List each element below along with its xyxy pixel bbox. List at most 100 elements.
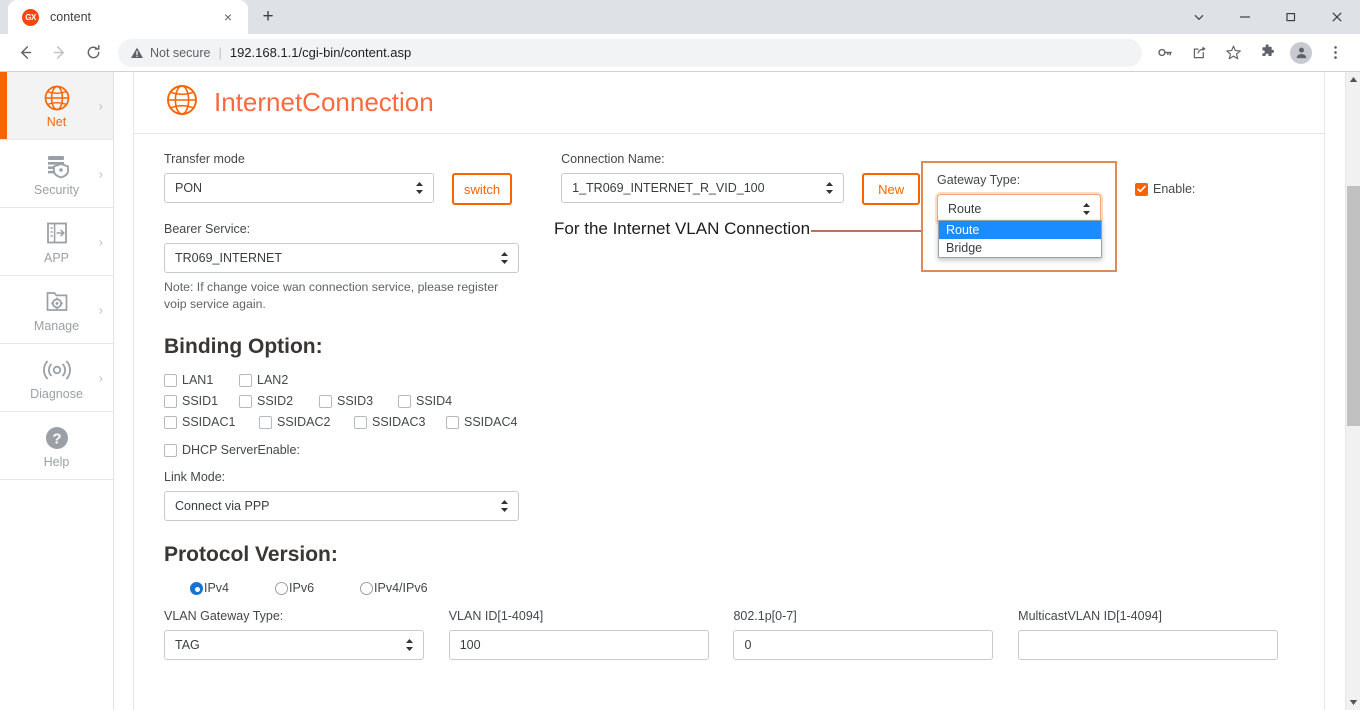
key-icon[interactable] xyxy=(1151,39,1179,67)
checkbox-box[interactable] xyxy=(354,416,367,429)
address-bar[interactable]: Not secure | 192.168.1.1/cgi-bin/content… xyxy=(118,39,1142,67)
signal-waves-icon xyxy=(40,355,74,385)
vlan-id-input[interactable]: 100 xyxy=(449,630,709,660)
page-scrollbar[interactable] xyxy=(1345,72,1360,710)
multicast-vlan-id-input[interactable] xyxy=(1018,630,1278,660)
radio-ipv4-ipv6[interactable]: IPv4/IPv6 xyxy=(360,581,428,595)
back-icon[interactable] xyxy=(10,38,40,68)
checkbox-box[interactable] xyxy=(239,395,252,408)
scrollbar-thumb[interactable] xyxy=(1347,186,1360,426)
checkbox-label: SSIDAC4 xyxy=(464,415,518,429)
browser-window: GX content × + xyxy=(0,0,1360,710)
enable-checkbox[interactable] xyxy=(1135,183,1148,196)
page-viewport: Net › Security › APP › xyxy=(0,72,1360,710)
vlan-id-label: VLAN ID[1-4094] xyxy=(449,609,734,623)
content-card: InternetConnection Transfer mode PON xyxy=(133,72,1325,710)
checkbox-box[interactable] xyxy=(164,416,177,429)
forward-icon[interactable] xyxy=(44,38,74,68)
dot1p-input[interactable]: 0 xyxy=(733,630,993,660)
browser-tab[interactable]: GX content × xyxy=(8,0,248,34)
bearer-service-note: Note: If change voice wan connection ser… xyxy=(164,279,519,313)
dot1p-value: 0 xyxy=(744,638,751,652)
share-icon[interactable] xyxy=(1185,39,1213,67)
checkbox-ssidac3[interactable]: SSIDAC3 xyxy=(354,415,436,429)
radio-label: IPv4/IPv6 xyxy=(374,581,428,595)
tab-search-chevron-down-icon[interactable] xyxy=(1176,0,1222,34)
checkbox-ssid1[interactable]: SSID1 xyxy=(164,394,229,408)
checkbox-box[interactable] xyxy=(239,374,252,387)
chevron-right-icon: › xyxy=(99,302,103,317)
vlan-gateway-type-select[interactable]: TAG xyxy=(164,630,424,660)
checkbox-lan2[interactable]: LAN2 xyxy=(239,373,288,387)
enable-checkbox-group: Enable: xyxy=(1135,182,1195,196)
switch-button[interactable]: switch xyxy=(452,173,512,205)
connection-name-label: Connection Name: xyxy=(561,152,844,166)
tab-close-icon[interactable]: × xyxy=(218,7,238,27)
checkbox-box[interactable] xyxy=(398,395,411,408)
chevron-updown-icon xyxy=(405,638,414,652)
reload-icon[interactable] xyxy=(78,38,108,68)
checkbox-ssidac4[interactable]: SSIDAC4 xyxy=(446,415,518,429)
vlan-id-value: 100 xyxy=(460,638,481,652)
dropdown-option-route[interactable]: Route xyxy=(939,221,1101,239)
minimize-icon[interactable] xyxy=(1222,0,1268,34)
radio-button[interactable] xyxy=(360,582,373,595)
maximize-icon[interactable] xyxy=(1268,0,1314,34)
checkbox-box[interactable] xyxy=(259,416,272,429)
gateway-type-dropdown-list[interactable]: Route Bridge xyxy=(938,220,1102,258)
new-button[interactable]: New xyxy=(862,173,920,205)
checkbox-ssidac2[interactable]: SSIDAC2 xyxy=(259,415,344,429)
checkbox-label: SSID1 xyxy=(182,394,218,408)
transfer-mode-select[interactable]: PON xyxy=(164,173,434,203)
connection-name-select[interactable]: 1_TR069_INTERNET_R_VID_100 xyxy=(561,173,844,203)
more-menu-icon[interactable] xyxy=(1321,39,1349,67)
folder-gear-icon xyxy=(42,287,72,317)
sidebar-item-net[interactable]: Net › xyxy=(0,72,113,140)
chevron-updown-icon xyxy=(500,251,509,265)
sidebar-item-help[interactable]: ? Help xyxy=(0,412,113,480)
radio-button[interactable] xyxy=(275,582,288,595)
extensions-puzzle-icon[interactable] xyxy=(1253,39,1281,67)
connection-name-value: 1_TR069_INTERNET_R_VID_100 xyxy=(572,181,764,195)
dropdown-option-bridge[interactable]: Bridge xyxy=(939,239,1101,257)
checkbox-lan1[interactable]: LAN1 xyxy=(164,373,229,387)
sidebar-item-diagnose[interactable]: Diagnose › xyxy=(0,344,113,412)
link-mode-select[interactable]: Connect via PPP xyxy=(164,491,519,521)
not-secure-indicator[interactable]: Not secure xyxy=(130,46,210,60)
profile-avatar[interactable] xyxy=(1287,39,1315,67)
warning-triangle-icon xyxy=(130,46,144,60)
checkbox-dhcp-server-enable[interactable]: DHCP ServerEnable: xyxy=(164,443,300,457)
multicast-vlan-id-group: MulticastVLAN ID[1-4094] xyxy=(1018,609,1294,660)
vlan-id-group: VLAN ID[1-4094] 100 xyxy=(449,609,734,660)
sidebar-item-manage[interactable]: Manage › xyxy=(0,276,113,344)
checkbox-ssid3[interactable]: SSID3 xyxy=(319,394,388,408)
checkbox-label: SSID3 xyxy=(337,394,373,408)
sidebar-item-security[interactable]: Security › xyxy=(0,140,113,208)
scroll-down-arrow-icon[interactable] xyxy=(1346,695,1360,710)
bearer-service-select[interactable]: TR069_INTERNET xyxy=(164,243,519,273)
checkbox-box[interactable] xyxy=(164,395,177,408)
checkbox-box[interactable] xyxy=(164,444,177,457)
vlan-fields-row: VLAN Gateway Type: TAG VLAN ID[1-4094] 1… xyxy=(164,609,1294,660)
radio-ipv6[interactable]: IPv6 xyxy=(275,581,314,595)
connection-form: Transfer mode PON switch Connection Name… xyxy=(134,134,1324,660)
chevron-right-icon: › xyxy=(99,98,103,113)
checkbox-ssid2[interactable]: SSID2 xyxy=(239,394,309,408)
vlan-gateway-type-group: VLAN Gateway Type: TAG xyxy=(164,609,449,660)
globe-icon xyxy=(164,82,200,123)
binding-row-ssid: SSID1 SSID2 SSID3 SSID4 xyxy=(164,394,1294,408)
scroll-up-arrow-icon[interactable] xyxy=(1346,72,1360,87)
checkbox-ssidac1[interactable]: SSIDAC1 xyxy=(164,415,249,429)
checkbox-box[interactable] xyxy=(164,374,177,387)
checkbox-box[interactable] xyxy=(446,416,459,429)
checkbox-ssid4[interactable]: SSID4 xyxy=(398,394,452,408)
radio-ipv4[interactable]: IPv4 xyxy=(190,581,229,595)
connection-name-group: Connection Name: 1_TR069_INTERNET_R_VID_… xyxy=(561,152,844,203)
checkbox-box[interactable] xyxy=(319,395,332,408)
shield-icon xyxy=(42,151,72,181)
new-tab-button[interactable]: + xyxy=(254,3,282,31)
radio-button[interactable] xyxy=(190,582,203,595)
sidebar-item-app[interactable]: APP › xyxy=(0,208,113,276)
bookmark-star-icon[interactable] xyxy=(1219,39,1247,67)
close-icon[interactable] xyxy=(1314,0,1360,34)
